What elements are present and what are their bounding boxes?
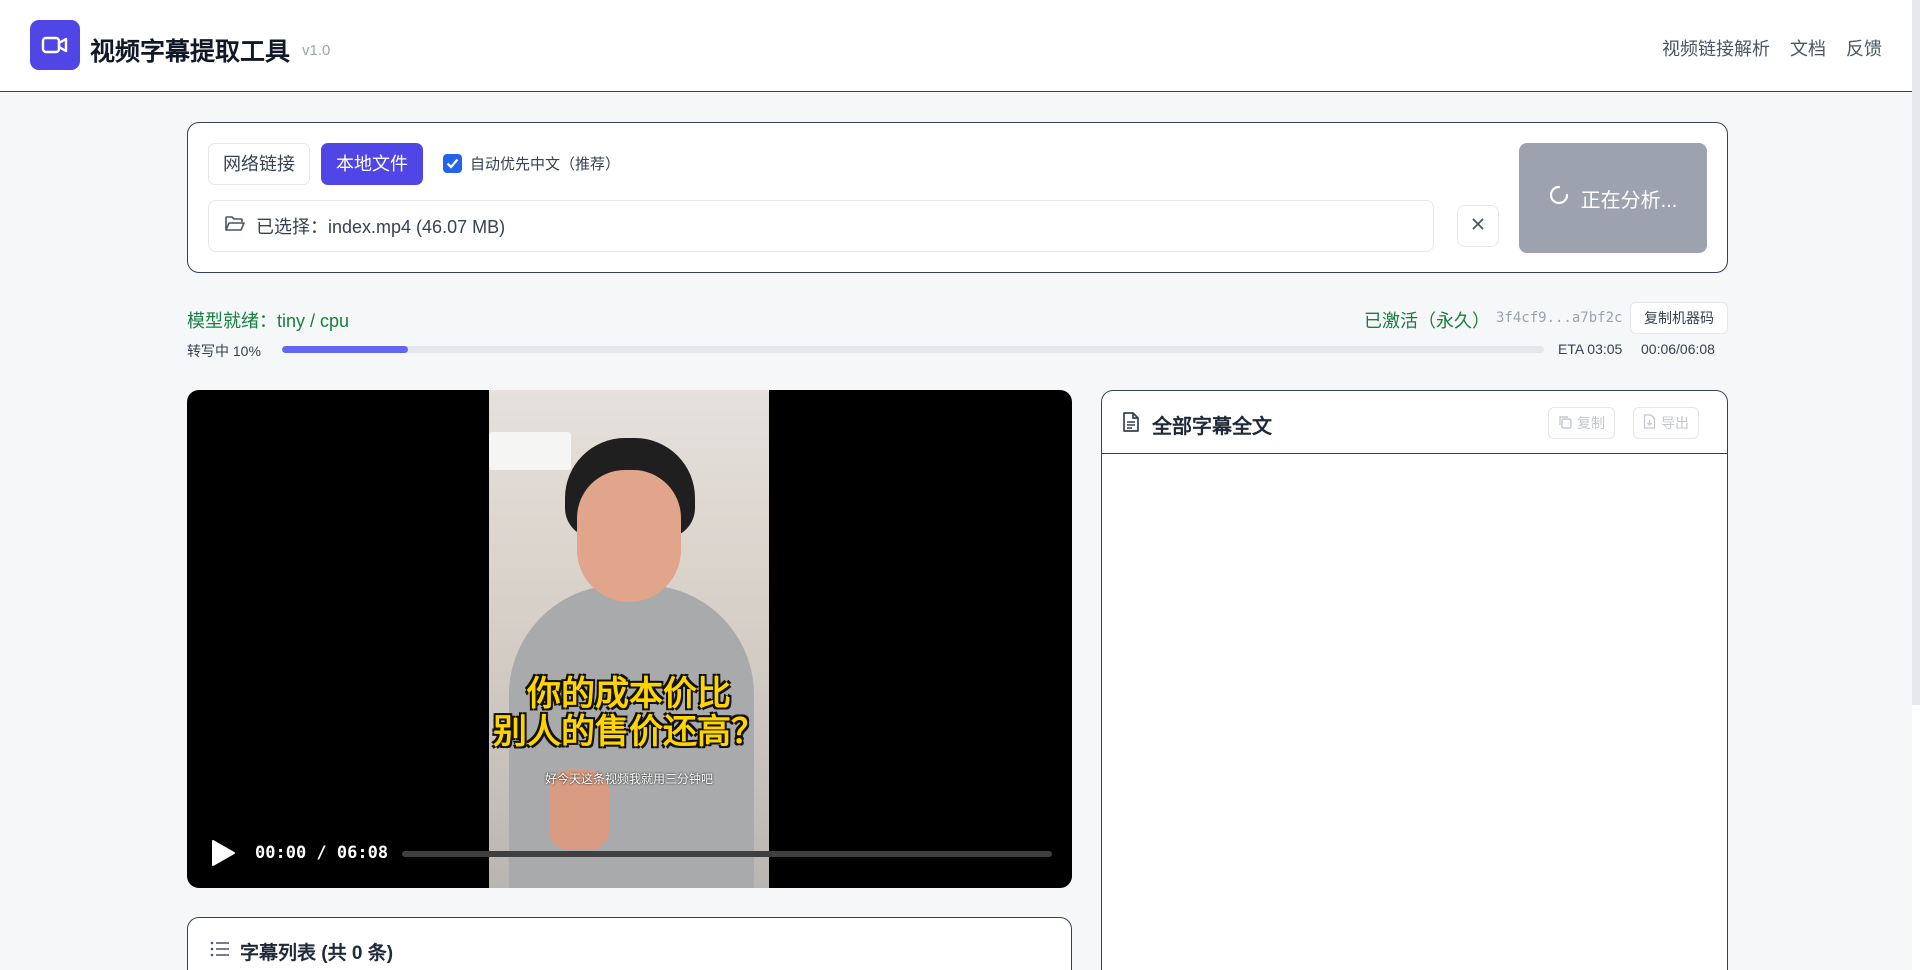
fulltext-title-group: 全部字幕全文 <box>1122 410 1272 439</box>
copy-fulltext-label: 复制 <box>1577 415 1605 431</box>
nav-link-video-parse[interactable]: 视频链接解析 <box>1662 35 1770 61</box>
video-frame: 你的成本价比 别人的售价还高？ 好今天这条视频我就用三分钟吧 <box>489 390 769 888</box>
model-status: 模型就绪：tiny / cpu <box>187 311 350 331</box>
progress-bar-fill <box>282 346 409 353</box>
document-icon <box>1122 411 1140 439</box>
export-file-icon <box>1643 414 1656 432</box>
copy-fulltext-button[interactable]: 复制 <box>1548 407 1615 439</box>
machine-code: 3f4cf9...a7bf2c <box>1496 310 1623 326</box>
video-seek-bar[interactable] <box>402 851 1052 857</box>
video-time: 00:00 / 06:08 <box>255 843 389 863</box>
fulltext-header: 全部字幕全文 复制 导出 <box>1102 391 1727 454</box>
analyze-button[interactable]: 正在分析... <box>1519 143 1707 253</box>
progress-label: 转写中 10% <box>187 343 261 359</box>
fulltext-title: 全部字幕全文 <box>1152 416 1272 438</box>
video-controls: 00:00 / 06:08 <box>187 818 1072 888</box>
export-fulltext-label: 导出 <box>1661 415 1689 431</box>
nav-link-docs[interactable]: 文档 <box>1790 35 1826 61</box>
copy-icon <box>1558 415 1572 432</box>
top-nav: 视频链接解析 文档 反馈 <box>1662 35 1882 61</box>
export-fulltext-button[interactable]: 导出 <box>1633 407 1699 439</box>
progress-bar <box>282 346 1544 353</box>
nav-link-feedback[interactable]: 反馈 <box>1846 35 1882 61</box>
subtitle-list-panel: 字幕列表 (共 0 条) <box>187 917 1072 970</box>
tab-network-link[interactable]: 网络链接 <box>208 143 310 185</box>
burned-subtitle-line-1: 你的成本价比 <box>527 674 731 714</box>
analyze-button-label: 正在分析... <box>1580 189 1678 212</box>
app-header: 视频字幕提取工具 v1.0 视频链接解析 文档 反馈 <box>0 0 1912 92</box>
auto-chinese-checkbox[interactable] <box>443 154 462 173</box>
video-person-face <box>577 470 681 602</box>
speech-subtitle: 好今天这条视频我就用三分钟吧 <box>544 772 713 786</box>
subtitle-list-title: 字幕列表 (共 0 条) <box>240 943 394 964</box>
app-version: v1.0 <box>302 42 331 59</box>
selected-file-field[interactable]: 已选择：index.mp4 (46.07 MB) <box>208 200 1434 252</box>
tab-local-file[interactable]: 本地文件 <box>321 143 423 185</box>
copy-machine-code-button[interactable]: 复制机器码 <box>1630 302 1728 334</box>
fulltext-panel: 全部字幕全文 复制 导出 <box>1101 390 1728 970</box>
spinner-icon <box>1549 185 1569 211</box>
list-icon <box>210 941 230 963</box>
page-scrollbar-track <box>1912 705 1920 970</box>
video-camera-icon <box>30 20 80 70</box>
auto-chinese-label: 自动优先中文（推荐） <box>470 156 621 173</box>
video-player[interactable]: 你的成本价比 别人的售价还高？ 好今天这条视频我就用三分钟吧 00:00 / 0… <box>187 390 1072 888</box>
time-progress: 00:06/06:08 <box>1641 341 1715 357</box>
auto-chinese-option[interactable]: 自动优先中文（推荐） <box>443 153 620 174</box>
eta-text: ETA 03:05 <box>1558 341 1623 357</box>
video-background-ac-unit <box>489 432 571 470</box>
subtitle-list-header: 字幕列表 (共 0 条) <box>210 938 393 965</box>
clear-file-button[interactable] <box>1457 205 1499 247</box>
app-title: 视频字幕提取工具 <box>90 38 291 66</box>
activation-status: 已激活（永久） <box>1364 311 1490 331</box>
selected-file-text: 已选择：index.mp4 (46.07 MB) <box>256 217 506 237</box>
input-card: 网络链接 本地文件 自动优先中文（推荐） 已选择：index.mp4 (46.0… <box>187 122 1728 273</box>
page-scrollbar[interactable] <box>1912 0 1920 705</box>
close-icon <box>1471 217 1485 236</box>
folder-open-icon <box>224 215 246 238</box>
play-icon[interactable] <box>209 838 237 868</box>
burned-subtitle-line-2: 别人的售价还高？ <box>493 712 765 752</box>
